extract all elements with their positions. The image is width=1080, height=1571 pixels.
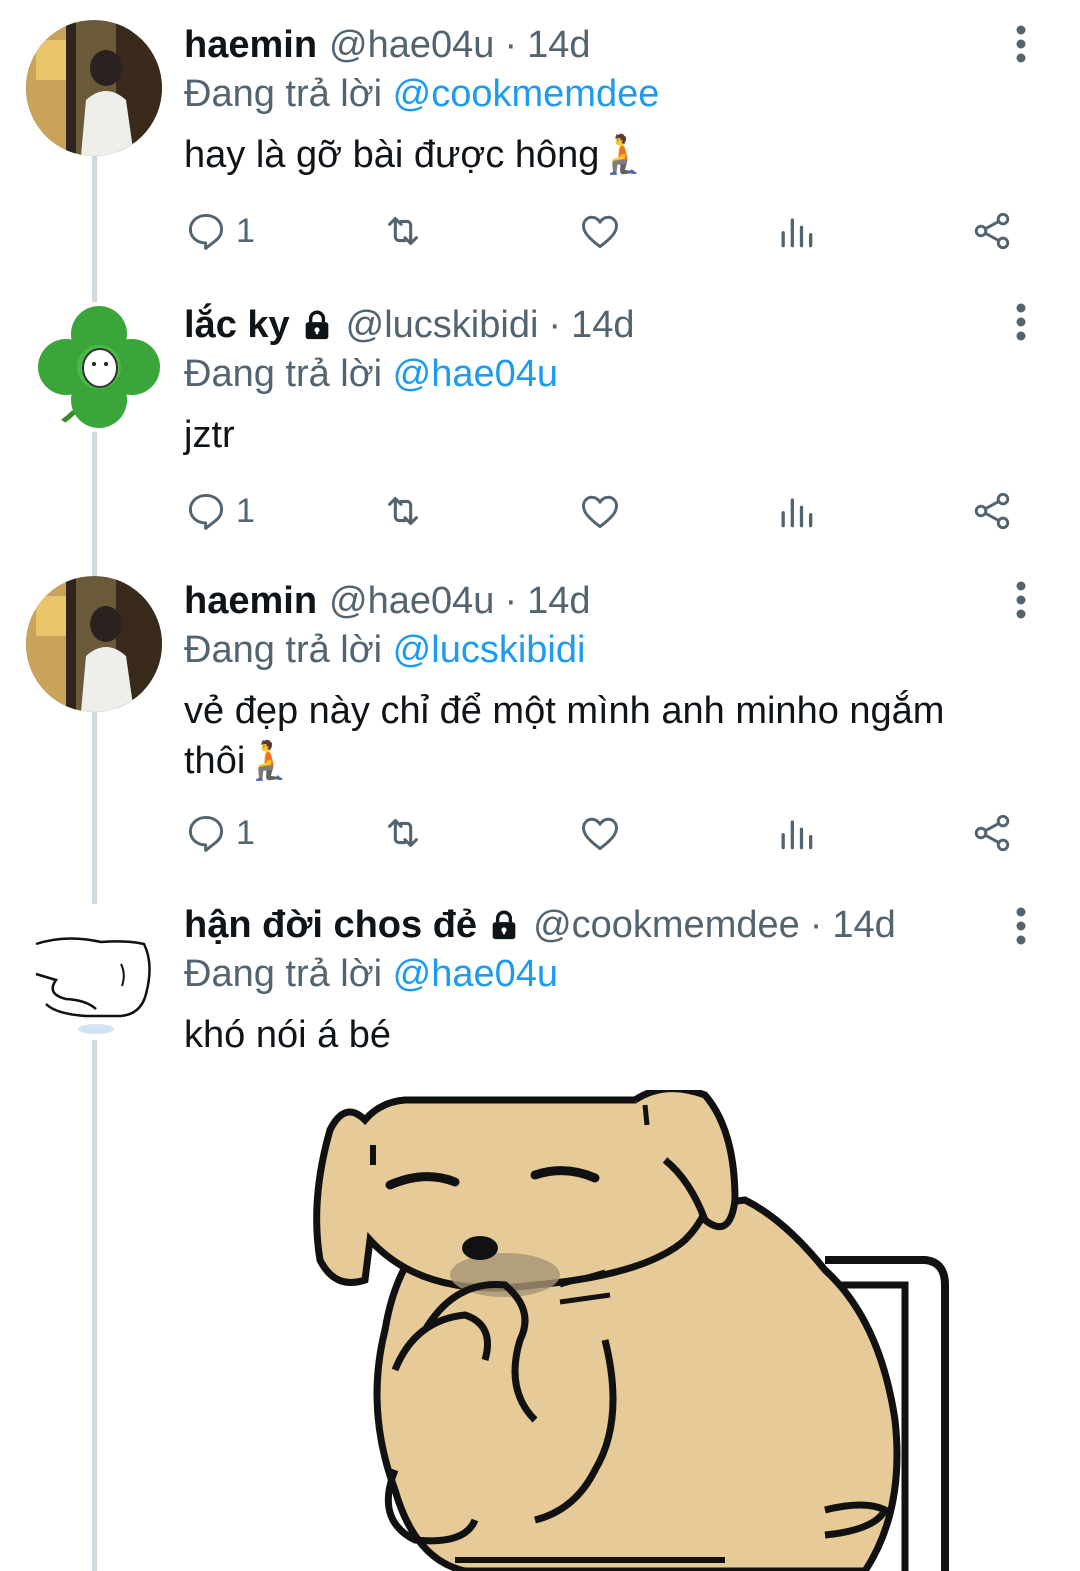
replying-prefix: Đang trả lời	[184, 73, 383, 115]
reply-button[interactable]: 1	[184, 206, 255, 256]
lock-icon	[492, 910, 516, 940]
reply-icon	[188, 213, 224, 250]
share-button[interactable]	[970, 486, 1014, 536]
replying-to: Đang trả lời @hae04u	[184, 350, 1000, 398]
action-bar: 1	[184, 808, 1024, 858]
retweet-icon	[388, 217, 418, 245]
more-vertical-icon	[1016, 907, 1026, 945]
mention-link[interactable]: @hae04u	[393, 353, 558, 395]
avatar-photo	[26, 576, 162, 712]
more-vertical-icon	[1016, 303, 1026, 341]
display-name[interactable]: haemin	[184, 22, 317, 68]
separator: ·	[548, 304, 562, 346]
views-icon	[781, 820, 813, 850]
sketch-avatar	[26, 904, 162, 1040]
views-icon	[781, 218, 813, 248]
mention-link[interactable]: @lucskibidi	[393, 629, 586, 671]
more-options-button[interactable]	[1006, 302, 1036, 342]
reply-icon	[188, 493, 224, 530]
retweet-button[interactable]	[380, 808, 426, 858]
views-button[interactable]	[774, 486, 818, 536]
avatar[interactable]	[26, 20, 162, 156]
avatar[interactable]	[26, 576, 162, 712]
tweet-text: vẻ đẹp này chỉ để một mình anh minho ngắ…	[184, 690, 945, 782]
reply-icon	[188, 815, 224, 852]
replying-prefix: Đang trả lời	[184, 629, 383, 671]
separator: ·	[504, 580, 518, 622]
timestamp[interactable]: 14d	[832, 902, 895, 948]
more-vertical-icon	[1016, 581, 1026, 619]
share-button[interactable]	[970, 206, 1014, 256]
reply-count: 1	[236, 211, 255, 250]
separator: ·	[809, 904, 823, 946]
like-icon	[582, 817, 618, 851]
tweet-text: khó nói á bé	[184, 1014, 392, 1056]
mention-link[interactable]: @hae04u	[393, 953, 558, 995]
action-bar: 1	[184, 206, 1024, 256]
display-name[interactable]: haemin	[184, 578, 317, 624]
more-options-button[interactable]	[1006, 580, 1036, 620]
mention-link[interactable]: @cookmemdee	[393, 73, 660, 115]
tweet-text: hay là gỡ bài được hông🧎	[184, 134, 647, 176]
action-bar: 1	[184, 486, 1024, 536]
like-icon	[582, 495, 618, 529]
more-vertical-icon	[1016, 25, 1026, 63]
avatar[interactable]	[34, 302, 164, 432]
like-button[interactable]	[578, 206, 622, 256]
handle[interactable]: @cookmemdee	[533, 902, 800, 948]
tweet[interactable]: lắc ky @lucskibidi · 14d Đang trả lời @h…	[0, 280, 1080, 560]
reply-button[interactable]: 1	[184, 486, 255, 536]
reply-button[interactable]: 1	[184, 808, 255, 858]
views-button[interactable]	[774, 206, 818, 256]
views-icon	[781, 498, 813, 528]
avatar-photo	[26, 20, 162, 156]
avatar[interactable]	[26, 904, 162, 1040]
views-button[interactable]	[774, 808, 818, 858]
share-icon	[974, 814, 1010, 852]
retweet-icon	[388, 819, 418, 847]
tweet[interactable]: haemin @hae04u · 14d Đang trả lời @cookm…	[0, 0, 1080, 280]
like-button[interactable]	[578, 808, 622, 858]
reply-count: 1	[236, 491, 255, 530]
timestamp[interactable]: 14d	[527, 22, 590, 68]
share-button[interactable]	[970, 808, 1014, 858]
clover-avatar	[34, 302, 164, 432]
replying-to: Đang trả lời @hae04u	[184, 950, 1000, 998]
replying-to: Đang trả lời @cookmemdee	[184, 70, 1000, 118]
more-options-button[interactable]	[1006, 906, 1036, 946]
like-icon	[582, 215, 618, 249]
display-name[interactable]: lắc ky	[184, 302, 290, 348]
cartoon-dog-illustration	[313, 1090, 949, 1571]
tweet[interactable]: haemin @hae04u · 14d Đang trả lời @lucsk…	[0, 556, 1080, 886]
handle[interactable]: @hae04u	[329, 22, 494, 68]
handle[interactable]: @lucskibidi	[346, 302, 539, 348]
lock-icon	[305, 310, 328, 340]
timestamp[interactable]: 14d	[571, 302, 634, 348]
replying-to: Đang trả lời @lucskibidi	[184, 626, 1000, 674]
replying-prefix: Đang trả lời	[184, 953, 383, 995]
more-options-button[interactable]	[1006, 24, 1036, 64]
retweet-icon	[388, 497, 418, 525]
replying-prefix: Đang trả lời	[184, 353, 383, 395]
retweet-button[interactable]	[380, 206, 426, 256]
display-name[interactable]: hận đời chos đẻ	[184, 902, 477, 948]
tweet-text: jztr	[184, 414, 235, 456]
handle[interactable]: @hae04u	[329, 578, 494, 624]
separator: ·	[504, 24, 518, 66]
reply-count: 1	[236, 813, 255, 852]
tweet-media-image[interactable]	[305, 1090, 950, 1571]
retweet-button[interactable]	[380, 486, 426, 536]
share-icon	[974, 212, 1010, 250]
timestamp[interactable]: 14d	[527, 578, 590, 624]
like-button[interactable]	[578, 486, 622, 536]
share-icon	[974, 492, 1010, 530]
